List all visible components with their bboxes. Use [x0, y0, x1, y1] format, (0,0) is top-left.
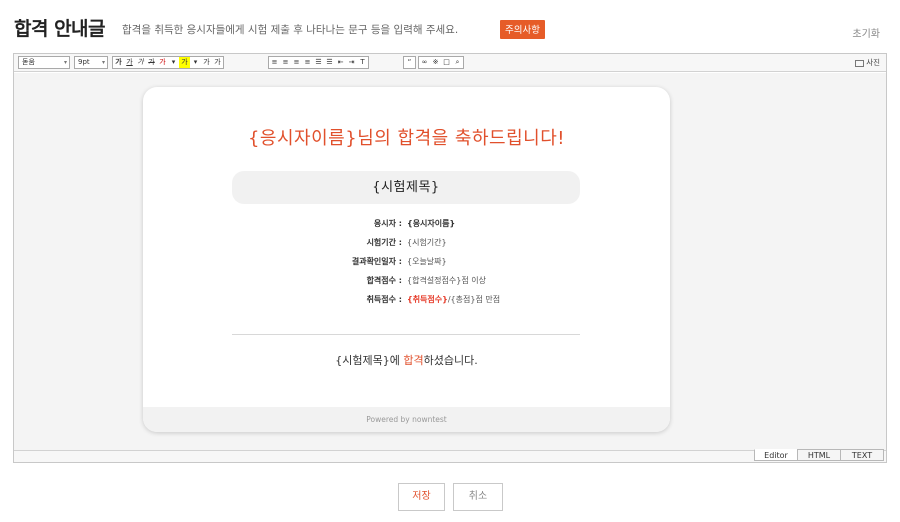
congrats-heading: {응시자이름}님의 합격을 축하드립니다!	[247, 128, 566, 149]
outdent-icon[interactable]: ⇤	[335, 57, 346, 68]
notice-button[interactable]: 주의사항	[500, 20, 545, 39]
align-right-icon[interactable]: ≡	[291, 57, 302, 68]
special-char-icon[interactable]: ※	[430, 57, 441, 68]
font-family-select[interactable]: 돋움 ▾	[18, 56, 70, 69]
rich-text-editor: 돋움 ▾ 9pt ▾ 가 가 가 가 가 ▾ 가 ▾ 가 가 ≡ ≡ ≡ ≡ ☰…	[13, 53, 887, 463]
unordered-list-icon[interactable]: ☰	[324, 57, 335, 68]
info-value: {오늘날짜}	[407, 257, 447, 266]
chevron-down-icon: ▾	[101, 59, 105, 66]
save-button[interactable]: 저장	[398, 483, 445, 511]
info-label: 결과확인일자 :	[351, 257, 402, 266]
chevron-down-icon[interactable]: ▾	[168, 57, 179, 68]
photo-label: 사진	[866, 58, 880, 67]
result-message: {시험제목}에 합격하셨습니다.	[335, 354, 478, 367]
font-size-select[interactable]: 9pt ▾	[74, 56, 108, 69]
quote-icon[interactable]: “	[404, 57, 415, 68]
image-icon	[855, 59, 865, 67]
clear-format-icon[interactable]: T	[357, 57, 368, 68]
pass-notice-card: {응시자이름}님의 합격을 축하드립니다! {시험제목} 응시자 : {응시자이…	[143, 87, 670, 432]
powered-by-footer: Powered by nowntest	[143, 407, 670, 432]
table-icon[interactable]: □	[441, 57, 452, 68]
info-value: {취득점수}/{총점}점 만점	[407, 295, 501, 304]
info-label: 취득점수 :	[366, 295, 402, 304]
editor-toolbar: 돋움 ▾ 9pt ▾ 가 가 가 가 가 ▾ 가 ▾ 가 가 ≡ ≡ ≡ ≡ ☰…	[14, 54, 886, 72]
chevron-down-icon[interactable]: ▾	[190, 57, 201, 68]
subscript-icon[interactable]: 가	[212, 57, 223, 68]
page-description: 합격을 취득한 응시자들에게 시험 제출 후 나타나는 문구 등을 입력해 주세…	[122, 24, 459, 36]
editor-status-bar: Editor HTML TEXT	[14, 449, 886, 462]
search-icon[interactable]: ⌕	[452, 57, 463, 68]
bold-icon[interactable]: 가	[113, 57, 124, 68]
info-value: {응시자이름}	[407, 219, 456, 228]
superscript-icon[interactable]: 가	[201, 57, 212, 68]
font-family-value: 돋움	[22, 58, 35, 66]
divider	[232, 334, 580, 335]
photo-button[interactable]: 사진	[855, 57, 880, 68]
highlight-color-icon[interactable]: 가	[179, 57, 190, 68]
ordered-list-icon[interactable]: ☰	[313, 57, 324, 68]
exam-title-box: {시험제목}	[232, 171, 580, 204]
quote-group: “	[403, 56, 416, 69]
page-title: 합격 안내글	[14, 18, 106, 40]
tab-text[interactable]: TEXT	[840, 449, 884, 461]
info-value: {합격설정점수}점 이상	[407, 276, 486, 285]
editor-content[interactable]: {응시자이름}님의 합격을 축하드립니다! {시험제목} 응시자 : {응시자이…	[14, 73, 886, 450]
link-icon[interactable]: ∞	[419, 57, 430, 68]
font-size-value: 9pt	[78, 58, 90, 66]
indent-icon[interactable]: ⇥	[346, 57, 357, 68]
align-center-icon[interactable]: ≡	[280, 57, 291, 68]
tab-editor[interactable]: Editor	[754, 449, 798, 461]
reset-button[interactable]: 초기화	[852, 25, 880, 40]
mode-tabs: Editor HTML TEXT	[754, 449, 884, 461]
action-buttons: 저장 취소	[0, 483, 900, 513]
cancel-button[interactable]: 취소	[453, 483, 503, 511]
info-value: {시험기간}	[407, 238, 447, 247]
text-format-group: 가 가 가 가 가 ▾ 가 ▾ 가 가	[112, 56, 224, 69]
page-header: 합격 안내글 합격을 취득한 응시자들에게 시험 제출 후 나타나는 문구 등을…	[14, 14, 886, 40]
chevron-down-icon: ▾	[63, 59, 67, 66]
info-label: 시험기간 :	[366, 238, 402, 247]
tab-html[interactable]: HTML	[797, 449, 841, 461]
info-label: 합격점수 :	[366, 276, 402, 285]
italic-icon[interactable]: 가	[135, 57, 146, 68]
insert-group: ∞ ※ □ ⌕	[418, 56, 464, 69]
align-left-icon[interactable]: ≡	[269, 57, 280, 68]
paragraph-format-group: ≡ ≡ ≡ ≡ ☰ ☰ ⇤ ⇥ T	[268, 56, 369, 69]
strikethrough-icon[interactable]: 가	[146, 57, 157, 68]
info-label: 응시자 :	[373, 219, 402, 228]
underline-icon[interactable]: 가	[124, 57, 135, 68]
align-justify-icon[interactable]: ≡	[302, 57, 313, 68]
font-color-icon[interactable]: 가	[157, 57, 168, 68]
